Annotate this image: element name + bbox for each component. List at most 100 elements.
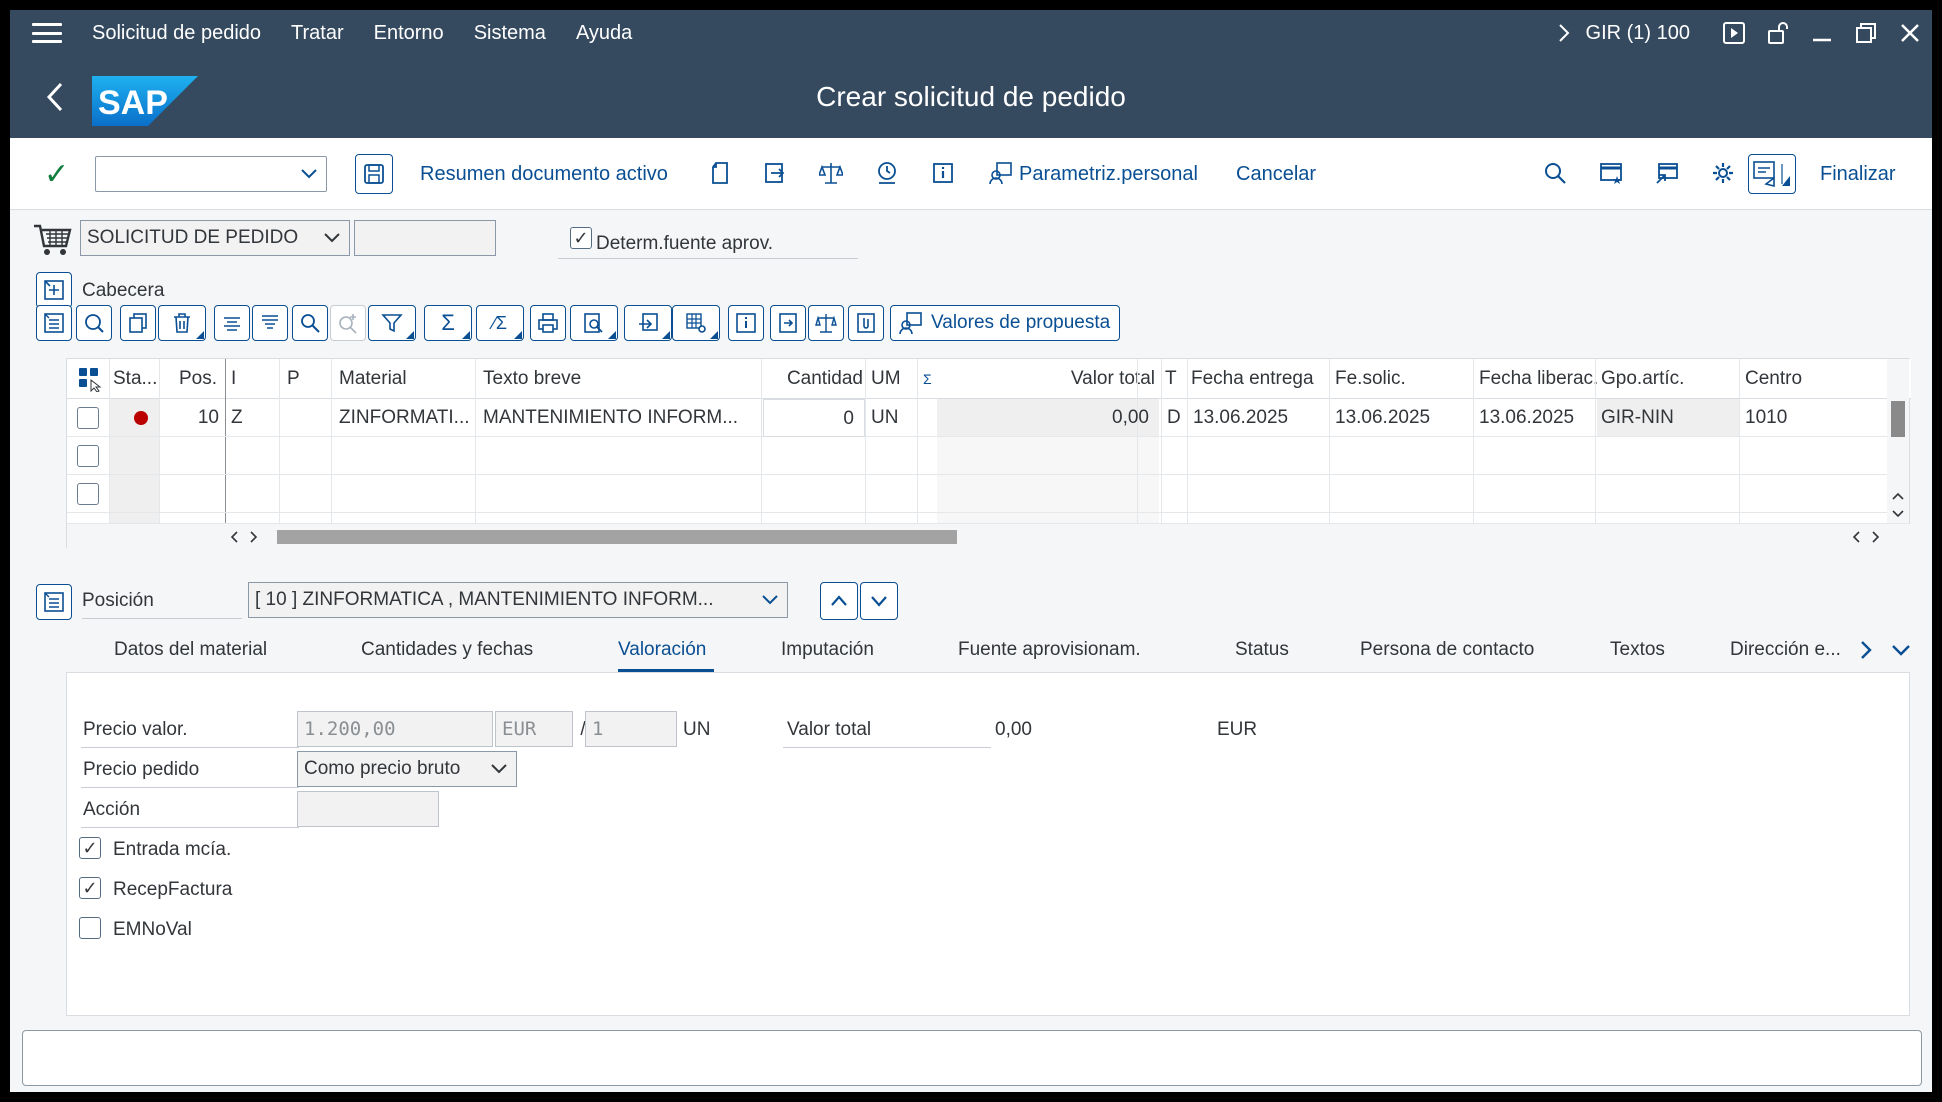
layout-settings-icon[interactable] [672, 305, 720, 341]
row-select-checkbox[interactable] [77, 483, 99, 505]
action-field[interactable] [297, 791, 439, 827]
find-next-icon[interactable] [330, 305, 366, 341]
tab-textos[interactable]: Textos [1610, 628, 1665, 672]
table-row[interactable] [67, 437, 1899, 475]
new-document-icon[interactable] [705, 158, 735, 188]
search-icon[interactable] [1540, 158, 1570, 188]
row-select-checkbox[interactable] [77, 445, 99, 467]
export-icon[interactable] [624, 305, 672, 341]
command-field[interactable] [95, 156, 327, 192]
goods-receipt-checkbox[interactable]: ✓ [79, 837, 101, 859]
collapse-items-icon[interactable] [36, 305, 72, 341]
info-icon[interactable] [928, 158, 958, 188]
cell-centro[interactable]: 1010 [1741, 399, 1881, 437]
cancel-button[interactable]: Cancelar [1236, 138, 1316, 210]
col-material[interactable]: Material [335, 359, 477, 399]
col-um[interactable]: UM [867, 359, 919, 399]
expand-header-icon[interactable] [36, 272, 72, 308]
select-all-icon[interactable] [73, 359, 107, 399]
menu-ayuda[interactable]: Ayuda [576, 22, 632, 45]
tab-direccion[interactable]: Dirección e... [1730, 628, 1841, 672]
col-cantidad[interactable]: Cantidad [763, 359, 867, 399]
col-centro[interactable]: Centro [1741, 359, 1881, 399]
vertical-scrollbar[interactable] [1887, 359, 1909, 523]
tabs-list-icon[interactable] [1890, 628, 1912, 672]
unlock-icon[interactable] [1756, 10, 1800, 56]
chevron-right-icon[interactable] [1542, 10, 1586, 56]
horizontal-scrollbar[interactable] [67, 523, 1911, 549]
tab-persona-contacto[interactable]: Persona de contacto [1360, 628, 1534, 672]
order-price-select[interactable]: Como precio bruto [297, 751, 517, 787]
print-icon[interactable] [530, 305, 566, 341]
info-icon[interactable] [728, 305, 764, 341]
collapse-position-icon[interactable] [36, 584, 72, 620]
tab-imputacion[interactable]: Imputación [781, 628, 874, 672]
hamburger-menu-icon[interactable] [32, 23, 62, 43]
cell-gpo-artic[interactable]: GIR-NIN [1597, 399, 1739, 437]
col-status[interactable]: Sta... [109, 359, 159, 399]
scroll-thumb[interactable] [1891, 401, 1905, 437]
save-icon[interactable] [355, 154, 393, 194]
col-p[interactable]: P [283, 359, 335, 399]
item-detail-icon[interactable] [76, 305, 112, 341]
cell-fe-solic[interactable]: 13.06.2025 [1331, 399, 1471, 437]
tab-status[interactable]: Status [1235, 628, 1289, 672]
cell-t[interactable]: D [1163, 399, 1187, 437]
delete-icon[interactable] [158, 305, 206, 341]
info-history-icon[interactable] [872, 158, 902, 188]
balance-icon[interactable] [808, 305, 844, 341]
menu-tratar[interactable]: Tratar [291, 22, 344, 45]
cell-cantidad[interactable]: 0 [763, 399, 865, 437]
scroll-thumb[interactable] [277, 530, 957, 544]
copy-icon[interactable] [120, 305, 156, 341]
col-valor-total[interactable]: Valor total [949, 359, 1159, 399]
col-fecha-entrega[interactable]: Fecha entrega [1187, 359, 1331, 399]
personal-settings-icon[interactable] [986, 158, 1016, 188]
menu-solicitud[interactable]: Solicitud de pedido [92, 22, 261, 45]
scale-icon[interactable] [816, 158, 846, 188]
attachment-icon[interactable] [848, 305, 884, 341]
tab-valoracion[interactable]: Valoración [618, 628, 715, 672]
gear-icon[interactable] [1708, 158, 1738, 188]
cell-fecha-entrega[interactable]: 13.06.2025 [1189, 399, 1329, 437]
check-icon[interactable]: ✓ [44, 138, 69, 210]
table-row[interactable] [67, 475, 1899, 513]
menu-entorno[interactable]: Entorno [374, 22, 444, 45]
previous-item-button[interactable] [820, 582, 858, 620]
find-icon[interactable] [292, 305, 328, 341]
cell-um[interactable]: UN [867, 399, 917, 437]
determ-fuente-checkbox[interactable]: ✓ [570, 227, 592, 249]
per-quantity-field[interactable]: 1 [585, 711, 677, 747]
menu-sistema[interactable]: Sistema [474, 22, 546, 45]
finish-button[interactable]: Finalizar [1820, 138, 1896, 210]
close-icon[interactable] [1888, 10, 1932, 56]
col-t[interactable]: T [1161, 359, 1187, 399]
display-menu-icon[interactable] [1748, 154, 1796, 194]
invoice-receipt-checkbox[interactable]: ✓ [79, 877, 101, 899]
summary-doc-button[interactable]: Resumen documento activo [420, 138, 668, 210]
price-value-field[interactable]: 1.200,00 [297, 711, 493, 747]
filter-icon[interactable] [368, 305, 416, 341]
position-select[interactable]: [ 10 ] ZINFORMATICA , MANTENIMIENTO INFO… [248, 582, 788, 618]
play-icon[interactable] [1712, 10, 1756, 56]
personal-settings-button[interactable]: Parametriz.personal [1019, 138, 1198, 210]
print-preview-icon[interactable] [570, 305, 618, 341]
subtotal-icon[interactable]: ⁄Σ [476, 305, 524, 341]
col-texto-breve[interactable]: Texto breve [479, 359, 763, 399]
tab-datos-material[interactable]: Datos del material [114, 628, 267, 672]
col-i[interactable]: I [227, 359, 279, 399]
cell-i[interactable]: Z [227, 399, 279, 437]
col-gpo-artic[interactable]: Gpo.artíc. [1597, 359, 1739, 399]
cell-texto-breve[interactable]: MANTENIMIENTO INFORM... [479, 399, 759, 437]
cell-p[interactable] [283, 399, 331, 437]
new-window-icon[interactable] [1596, 158, 1626, 188]
create-session-icon[interactable] [1652, 158, 1682, 188]
switch-document-icon[interactable] [760, 158, 790, 188]
tab-cantidades-fechas[interactable]: Cantidades y fechas [361, 628, 533, 672]
row-select-checkbox[interactable] [77, 407, 99, 429]
table-row[interactable]: 10 Z ZINFORMATI... MANTENIMIENTO INFORM.… [67, 399, 1899, 437]
document-export-icon[interactable] [770, 305, 806, 341]
sum-icon[interactable]: Σ [424, 305, 472, 341]
document-type-select[interactable]: SOLICITUD DE PEDIDO [80, 220, 350, 256]
cell-material[interactable]: ZINFORMATI... [335, 399, 475, 437]
